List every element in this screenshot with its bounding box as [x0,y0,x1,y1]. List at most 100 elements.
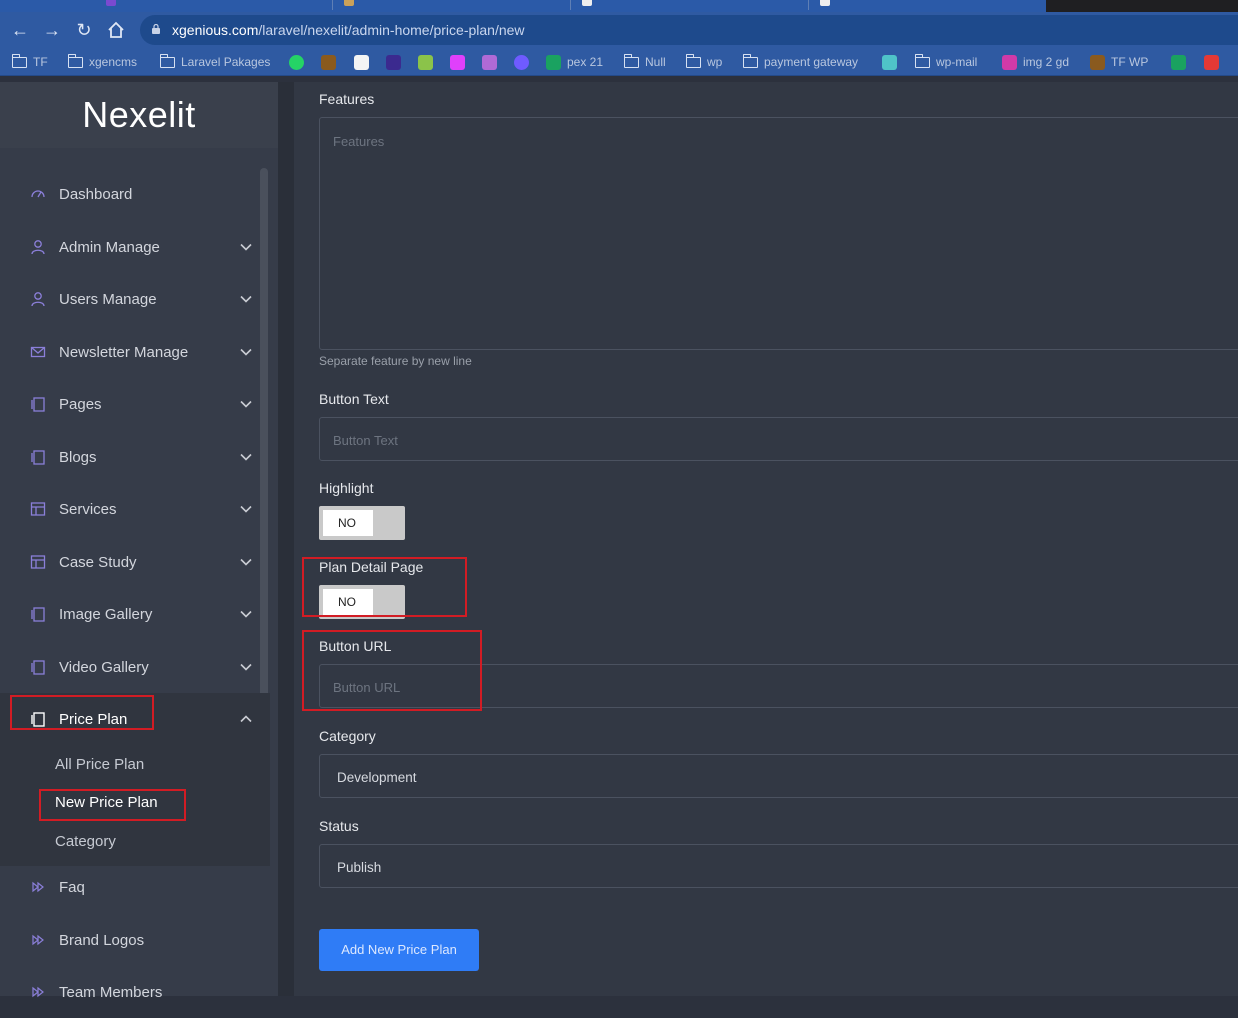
url-text: xgenious.com/laravel/nexelit/admin-home/… [172,22,525,38]
sidebar-item-blogs[interactable]: Blogs [0,431,270,483]
bookmark-folder[interactable]: wp [685,53,723,70]
browser-tab-strip [0,0,1238,12]
bookmark-label: payment gateway [764,55,859,69]
button-text-input[interactable]: Button Text [319,417,1238,461]
bookmark-folder[interactable]: payment gateway [742,53,859,70]
forward-icon[interactable]: → [40,18,64,42]
address-bar[interactable]: xgenious.com/laravel/nexelit/admin-home/… [140,15,1238,45]
bookmark-item[interactable] [450,54,465,70]
bookmark-item[interactable] [882,54,897,70]
status-select[interactable]: Publish [319,844,1238,888]
lock-icon [152,24,160,34]
tab-favicon [344,0,354,6]
chevron-down-icon [240,400,252,408]
status-selected-value: Publish [337,860,382,875]
bookmark-folder[interactable]: wp-mail [914,53,977,70]
chevron-down-icon [240,663,252,671]
bookmark-label: TF WP [1111,55,1149,69]
sidebar-item-faq[interactable]: Faq [0,861,270,913]
add-new-price-plan-button[interactable]: Add New Price Plan [319,929,479,971]
sidebar-item-newsletter-manage[interactable]: Newsletter Manage [0,326,270,378]
bookmark-folder[interactable]: TF [11,53,48,70]
sidebar-item-label: Users Manage [59,290,157,308]
bookmark-label: Laravel Pakages [181,55,271,69]
folder-icon [159,53,175,68]
sidebar-item-brand-logos[interactable]: Brand Logos [0,914,270,966]
sidebar-item-pages[interactable]: Pages [0,378,270,430]
status-label: Status [319,818,359,834]
annotation-box [302,630,482,711]
highlight-toggle[interactable]: NO [319,506,405,540]
sidebar-item-team-members[interactable]: Team Members [0,966,270,1018]
envelope-icon [30,344,46,360]
category-select[interactable]: Development [319,754,1238,798]
category-label: Category [319,728,376,744]
sidebar-item-services[interactable]: Services [0,483,270,535]
bookmark-item[interactable] [482,54,497,70]
bookmark-folder[interactable]: Null [623,53,666,70]
bookmark-item[interactable]: pex 21 [546,54,603,70]
sidebar-item-case-study[interactable]: Case Study [0,536,270,588]
tab-separator [808,0,809,10]
bookmark-folder[interactable]: xgencms [67,53,138,70]
sidebar-item-label: Image Gallery [59,605,153,623]
sidebar-item-video-gallery[interactable]: Video Gallery [0,641,270,693]
home-icon[interactable] [104,18,128,42]
bookmark-item[interactable]: TF WP [1090,54,1148,70]
bookmark-label: wp [707,55,723,69]
bookmark-item[interactable] [321,54,336,70]
site-icon [450,54,465,70]
chevron-down-icon [240,348,252,356]
features-hint: Separate feature by new line [319,354,472,368]
sidebar-item-dashboard[interactable]: Dashboard [0,168,270,220]
features-placeholder: Features [333,134,385,149]
bookmark-folder[interactable]: Laravel Pakages [159,53,271,70]
submenu-item-all-price-plan[interactable]: All Price Plan [55,756,144,773]
sidebar-item-label: Dashboard [59,185,133,203]
bookmark-item[interactable]: img 2 gd [1002,54,1069,70]
folder-icon [742,53,758,68]
bookmark-label: xgencms [89,55,138,69]
site-icon [546,54,561,70]
layout-icon [30,554,46,570]
whatsapp-icon [289,54,304,70]
site-icon [482,54,497,70]
back-icon[interactable]: ← [8,18,32,42]
sidebar-item-label: Newsletter Manage [59,343,189,361]
sidebar-item-label: Blogs [59,448,97,466]
bookmark-item[interactable] [354,54,369,70]
annotation-box [302,557,467,617]
bookmark-item[interactable] [1204,54,1219,70]
features-label: Features [319,91,375,107]
user-icon [30,291,46,307]
button-text-label: Button Text [319,391,389,407]
tab-favicon [582,0,592,6]
admin-sidebar: Nexelit Dashboard Admin Manage Users Man… [0,82,278,1001]
sidebar-item-admin-manage[interactable]: Admin Manage [0,221,270,273]
bookmark-item[interactable] [514,54,529,70]
bookmark-label: img 2 gd [1023,55,1070,69]
submenu-item-category[interactable]: Category [55,833,116,850]
tab-favicon [820,0,830,6]
bookmark-item[interactable] [386,54,401,70]
folder-icon [623,53,639,68]
pages-icon [30,396,46,412]
bookmark-item[interactable] [1171,54,1186,70]
price-plan-form: Features Features Separate feature by ne… [294,82,1238,996]
active-tab-group[interactable] [0,0,1046,12]
tab-separator [570,0,571,10]
brand-logo[interactable]: Nexelit [0,82,278,148]
sidebar-item-users-manage[interactable]: Users Manage [0,273,270,325]
browser-toolbar: ← → ↻ xgenious.com/laravel/nexelit/admin… [0,12,1238,48]
bookmark-item[interactable] [289,54,304,70]
reload-icon[interactable]: ↻ [72,18,96,42]
sidebar-item-image-gallery[interactable]: Image Gallery [0,588,270,640]
sidebar-item-label: Team Members [59,983,163,1001]
bookmarks-bar: TF xgencms Laravel Pakages pex 21 Null w… [0,48,1238,76]
chevron-down-icon [240,610,252,618]
features-textarea[interactable]: Features [319,117,1238,350]
sidebar-item-label: Brand Logos [59,931,145,949]
bookmark-item[interactable] [418,54,433,70]
bookmark-label: Null [645,55,666,69]
folder-icon [685,53,701,68]
